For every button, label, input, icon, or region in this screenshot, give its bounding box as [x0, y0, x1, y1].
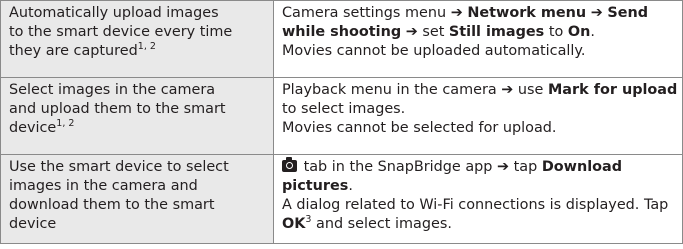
camera-icon — [282, 157, 297, 172]
row-description-cell: Automatically upload images to the smart… — [0, 0, 274, 78]
arrow-icon: ➔ — [497, 159, 510, 175]
description-line: Use the smart device to select — [9, 159, 229, 175]
footnote-ref: 1, 2 — [137, 41, 156, 52]
procedure-line: A dialog related to Wi-Fi connections is… — [282, 197, 669, 213]
description-line: Select images in the camera — [9, 82, 216, 98]
procedure-text: . — [348, 178, 353, 194]
arrow-icon: ➔ — [405, 24, 418, 40]
procedure-text: to — [548, 24, 564, 40]
table-row: Use the smart device to select images in… — [0, 154, 683, 244]
menu-item-name: Network menu — [467, 5, 587, 21]
procedure-line: tab in the SnapBridge app ➔ tap Download — [282, 157, 674, 177]
table-row: Automatically upload images to the smart… — [0, 0, 683, 78]
upload-options-table: Automatically upload images to the smart… — [0, 0, 683, 244]
setting-value: On — [567, 24, 591, 40]
description-line: device — [9, 216, 57, 232]
row-description-cell: Select images in the camera and upload t… — [0, 77, 274, 155]
menu-item-name: Mark for upload — [547, 82, 678, 98]
procedure-text: set — [422, 24, 445, 40]
setting-name: Still images — [448, 24, 545, 40]
procedure-text: tap — [513, 159, 538, 175]
procedure-text: and select images. — [316, 216, 452, 232]
description-text: they are captured — [9, 43, 138, 59]
menu-item-name: Download — [541, 159, 623, 175]
description-line: to the smart device every time — [9, 24, 233, 40]
footnote-ref: 1, 2 — [56, 118, 75, 129]
menu-item-name: while shooting — [282, 24, 402, 40]
procedure-note: Movies cannot be uploaded automatically. — [282, 43, 586, 59]
procedure-line: Camera settings menu ➔ Network menu ➔ Se… — [282, 4, 674, 23]
procedure-line: to select images. — [282, 101, 406, 117]
menu-path-text: Playback menu in the camera — [282, 82, 497, 98]
footnote-ref: 3 — [305, 214, 312, 225]
arrow-icon: ➔ — [450, 5, 463, 21]
procedure-line: pictures. — [282, 177, 674, 196]
description-text: device — [9, 120, 57, 136]
procedure-line: Playback menu in the camera ➔ use Mark f… — [282, 81, 678, 100]
procedure-line: while shooting ➔ set Still images to On. — [282, 23, 674, 42]
description-line: download them to the smart — [9, 197, 215, 213]
row-procedure-cell: Camera settings menu ➔ Network menu ➔ Se… — [273, 0, 683, 78]
procedure-text: tab in the SnapBridge app — [303, 159, 493, 175]
description-line: images in the camera and — [9, 178, 198, 194]
procedure-text: use — [517, 82, 544, 98]
description-line: they are captured1, 2 — [9, 42, 265, 61]
description-line: Automatically upload images — [9, 5, 219, 21]
description-line: device1, 2 — [9, 119, 265, 138]
button-name: OK — [282, 216, 306, 232]
procedure-line: OK3 and select images. — [282, 215, 674, 234]
menu-path-text: Camera settings menu — [282, 5, 447, 21]
menu-item-name: Send — [607, 5, 649, 21]
table-row: Select images in the camera and upload t… — [0, 77, 683, 155]
row-procedure-cell: tab in the SnapBridge app ➔ tap Download… — [273, 154, 683, 244]
description-line: and upload them to the smart — [9, 101, 226, 117]
arrow-icon: ➔ — [501, 82, 514, 98]
row-description-cell: Use the smart device to select images in… — [0, 154, 274, 244]
procedure-text: . — [590, 24, 595, 40]
arrow-icon: ➔ — [590, 5, 603, 21]
row-procedure-cell: Playback menu in the camera ➔ use Mark f… — [273, 77, 683, 155]
menu-item-name: pictures — [282, 178, 349, 194]
procedure-note: Movies cannot be selected for upload. — [282, 120, 557, 136]
